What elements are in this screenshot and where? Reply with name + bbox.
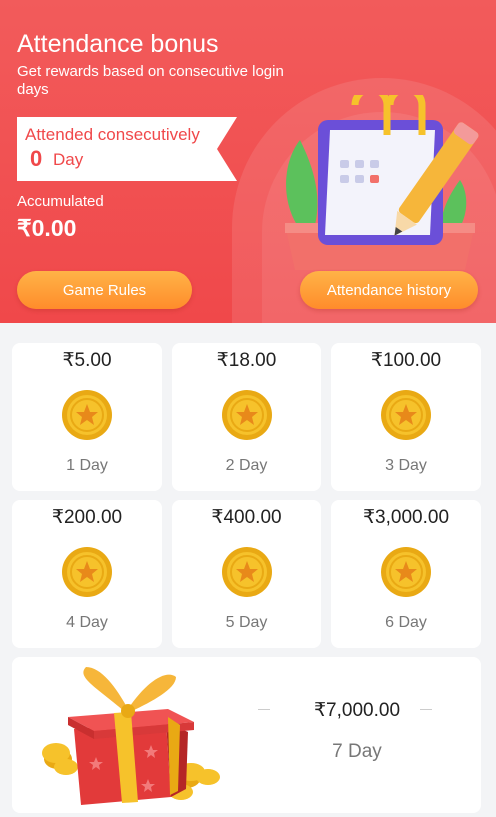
star-coin-icon (221, 390, 272, 440)
page-title: Attendance bonus (17, 30, 219, 58)
day-reward-amount: ₹18.00 (216, 350, 277, 371)
day-label: 1 Day (66, 457, 108, 474)
day-card-4[interactable]: ₹200.00 4 Day (12, 500, 162, 648)
day-label: 5 Day (225, 614, 268, 631)
page-subtitle: Get rewards based on consecutive login d… (17, 63, 284, 98)
attended-count: 0 (30, 146, 43, 171)
game-rules-button[interactable]: Game Rules (17, 271, 192, 309)
day-label: 3 Day (385, 457, 427, 474)
star-coin-icon (62, 390, 112, 440)
accumulated-label: Accumulated (17, 193, 104, 210)
star-coin-icon (381, 547, 431, 597)
header-banner: Attendance bonus Get rewards based on co… (0, 0, 496, 323)
day-reward-amount: ₹100.00 (370, 350, 442, 371)
day-card-6[interactable]: ₹3,000.00 6 Day (331, 500, 481, 648)
attendance-history-button[interactable]: Attendance history (300, 271, 478, 309)
star-coin-icon (381, 390, 431, 440)
day-reward-amount: ₹5.00 (62, 350, 112, 371)
attended-unit: Day (53, 150, 84, 169)
day-card-5[interactable]: ₹400.00 5 Day (172, 500, 321, 648)
attended-flag: Attended consecutively 0 Day (17, 117, 237, 181)
star-coin-icon (221, 547, 272, 597)
attended-label: Attended consecutively (25, 125, 200, 144)
day-reward-amount: ₹7,000.00 (313, 700, 401, 721)
day-label: 4 Day (66, 614, 108, 631)
day-card-3[interactable]: ₹100.00 3 Day (331, 343, 481, 491)
day-reward-amount: ₹200.00 (51, 507, 123, 528)
day-reward-amount: ₹3,000.00 (362, 507, 450, 528)
accumulated-value: ₹0.00 (17, 215, 77, 241)
day-label: 2 Day (225, 457, 268, 474)
calendar-pencil-icon (285, 95, 479, 270)
gift-box-icon (42, 667, 220, 805)
day-label: 6 Day (385, 614, 427, 631)
day-card-2[interactable]: ₹18.00 2 Day (172, 343, 321, 491)
divider-left (258, 709, 270, 710)
day-label: 7 Day (332, 741, 382, 762)
day-card-1[interactable]: ₹5.00 1 Day (12, 343, 162, 491)
day-reward-amount: ₹400.00 (211, 507, 282, 528)
divider-right (420, 709, 432, 710)
day-card-7[interactable]: ₹7,000.00 7 Day (12, 657, 481, 813)
star-coin-icon (62, 547, 112, 597)
